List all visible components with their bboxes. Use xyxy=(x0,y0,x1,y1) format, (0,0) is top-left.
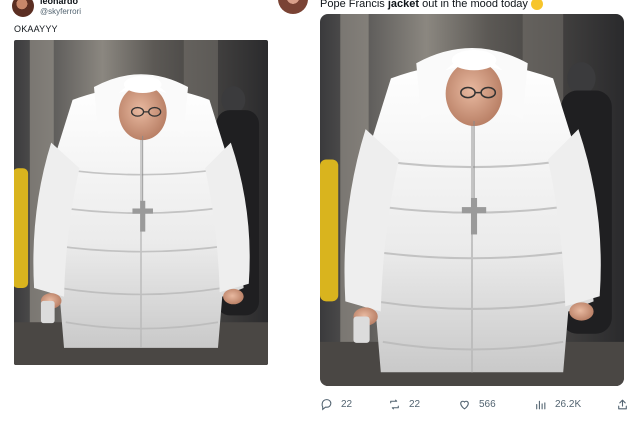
avatar[interactable] xyxy=(278,0,308,14)
pope-puffer-jacket-photo xyxy=(14,40,268,365)
heart-icon xyxy=(460,400,469,409)
tweet-right[interactable]: Pope Francis jacket out in the mood toda… xyxy=(272,0,640,427)
tweet-text-prefix: Pope Francis xyxy=(320,0,388,10)
tweet-photo[interactable] xyxy=(14,40,268,365)
tweet-photo[interactable] xyxy=(320,14,624,386)
smile-emoji-icon xyxy=(530,0,543,11)
like-count: 566 xyxy=(479,398,496,410)
retweet-count: 22 xyxy=(409,398,421,410)
share-button[interactable] xyxy=(616,394,637,414)
like-button[interactable]: 566 xyxy=(458,394,496,414)
tweet-text: Pope Francis jacket out in the mood toda… xyxy=(320,0,543,11)
pope-puffer-jacket-photo xyxy=(320,14,624,386)
avatar[interactable] xyxy=(12,0,34,17)
tweet-text: OKAAYYY xyxy=(14,24,58,34)
tweet-left-header: leonardo @skyferrori xyxy=(12,0,81,18)
share-icon xyxy=(618,399,627,409)
user-handle[interactable]: @skyferrori xyxy=(40,7,81,16)
author-names: leonardo @skyferrori xyxy=(40,0,81,16)
views-icon xyxy=(536,400,546,409)
tweet-left[interactable]: leonardo @skyferrori OKAAYYY xyxy=(0,0,290,427)
tweet-text-suffix: out in the mood today xyxy=(419,0,528,10)
screenshot-stage: leonardo @skyferrori OKAAYYY Pope Franci… xyxy=(0,0,640,427)
reply-count: 22 xyxy=(341,398,353,410)
retweet-icon xyxy=(390,399,399,409)
tweet-right-header: Pope Francis jacket out in the mood toda… xyxy=(278,0,543,14)
display-name[interactable]: leonardo xyxy=(40,0,81,6)
tweet-action-bar: 22 22 566 26.2K xyxy=(320,394,632,414)
views-button[interactable]: 26.2K xyxy=(534,394,581,414)
retweet-button[interactable]: 22 xyxy=(388,394,420,414)
reply-icon xyxy=(321,398,332,411)
reply-button[interactable]: 22 xyxy=(320,394,352,414)
view-count: 26.2K xyxy=(555,398,582,410)
tweet-text-bold: jacket xyxy=(387,0,420,10)
